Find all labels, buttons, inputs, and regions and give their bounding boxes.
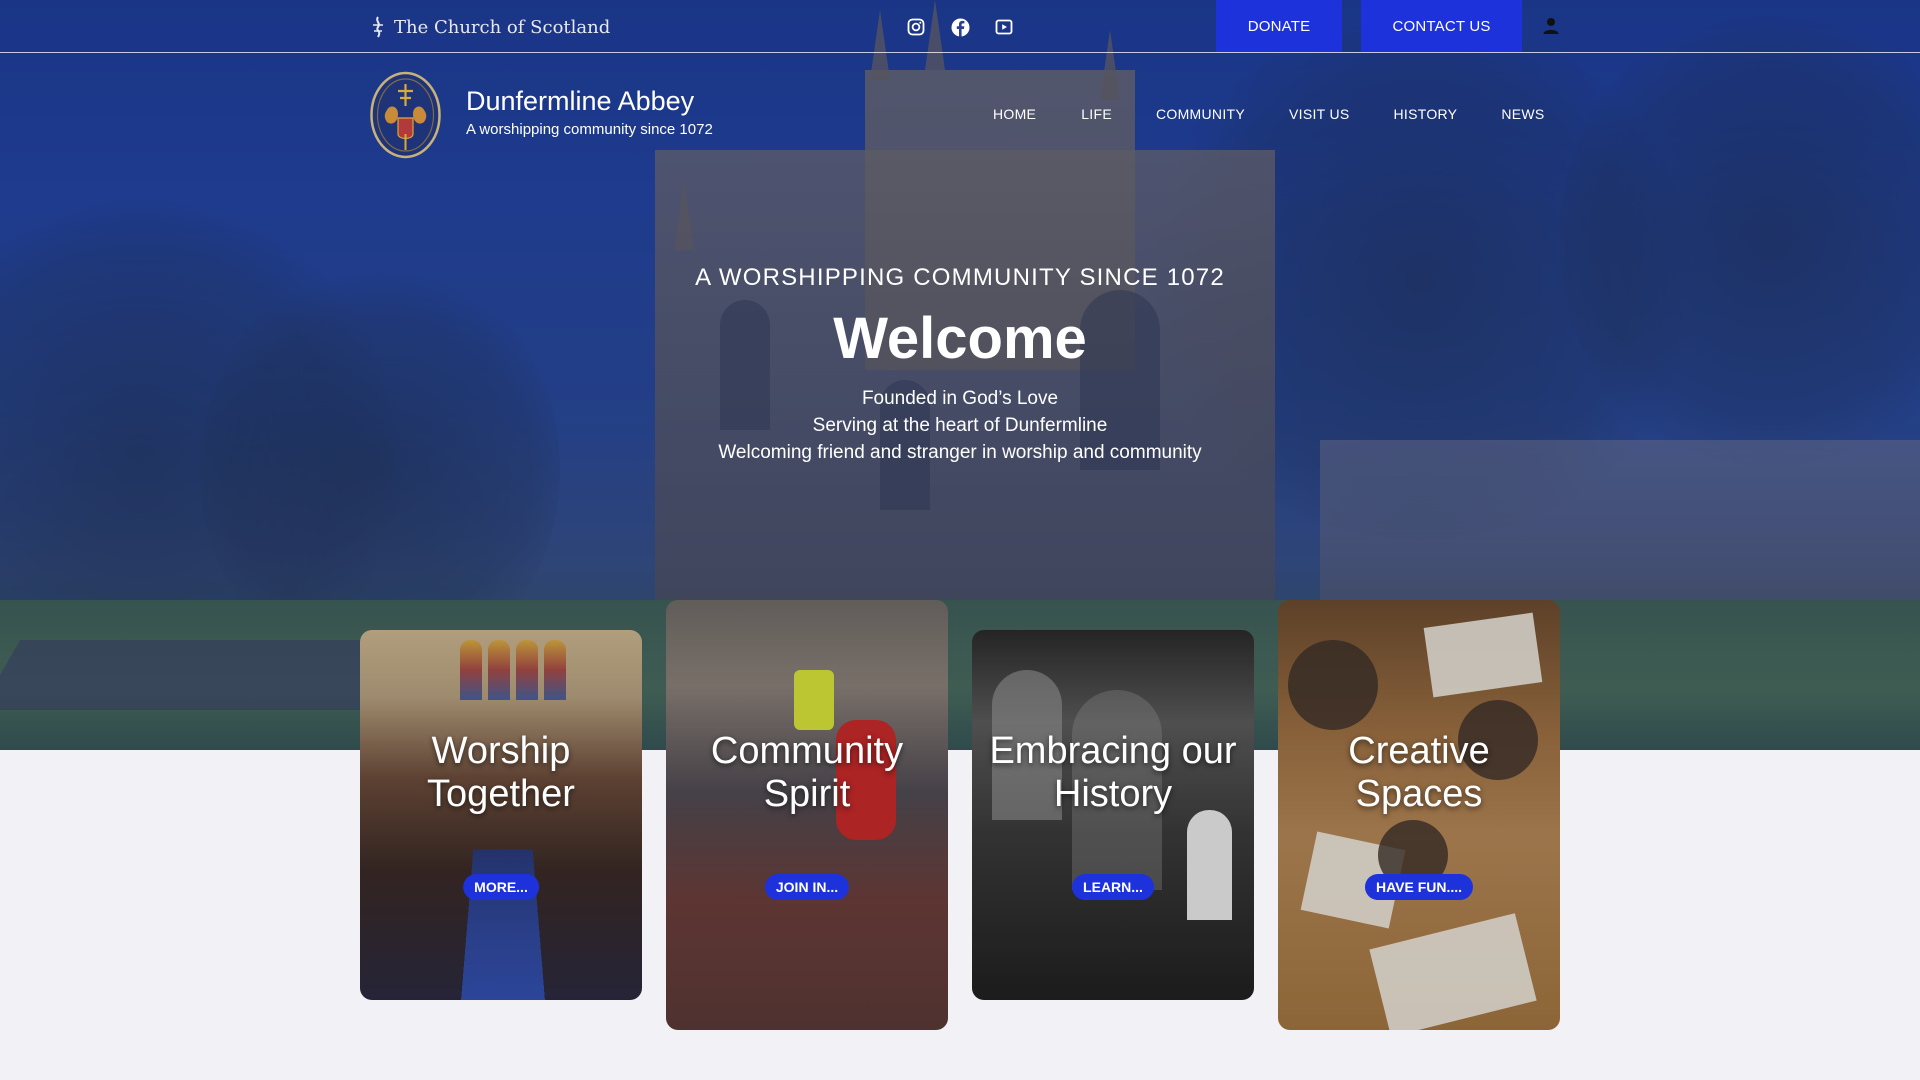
hero-line: Founded in God’s Love: [861, 388, 1059, 409]
card-title: Worship Together: [360, 730, 642, 816]
brand-label: The Church of Scotland: [394, 16, 611, 38]
top-bar: The Church of Scotland DONATE CONTACT US: [0, 0, 1920, 53]
hero-line: Welcoming friend and stranger in worship…: [718, 442, 1202, 463]
hero-line: Serving at the heart of Dunfermline: [812, 415, 1108, 436]
hero-lines: Founded in God’s Love Serving at the hea…: [0, 385, 1920, 466]
nav-history[interactable]: HISTORY: [1394, 106, 1458, 122]
card-embracing-our-history[interactable]: Embracing our History LEARN...: [972, 630, 1254, 1000]
abbey-crest-logo[interactable]: [368, 70, 443, 160]
nav-life[interactable]: LIFE: [1081, 106, 1112, 122]
instagram-icon[interactable]: [905, 16, 927, 38]
nav-news[interactable]: NEWS: [1501, 106, 1544, 122]
card-title-line: Spaces: [1355, 773, 1483, 815]
card-worship-together[interactable]: Worship Together MORE...: [360, 630, 642, 1000]
contact-us-button[interactable]: CONTACT US: [1361, 0, 1522, 52]
card-community-spirit[interactable]: Community Spirit JOIN IN...: [666, 600, 948, 1030]
card-title-line: Spirit: [763, 773, 851, 815]
hero-title: Welcome: [833, 306, 1087, 371]
user-icon[interactable]: [1540, 15, 1562, 37]
card-creative-spaces[interactable]: Creative Spaces HAVE FUN....: [1278, 600, 1560, 1030]
hero-eyebrow: A WORSHIPPING COMMUNITY SINCE 1072: [695, 264, 1225, 291]
site-tagline: A worshipping community since 1072: [466, 121, 713, 138]
hero-overlay: [0, 0, 1920, 750]
facebook-icon[interactable]: [949, 16, 971, 38]
burning-bush-icon: [370, 16, 386, 38]
main-nav: HOME LIFE COMMUNITY VISIT US HISTORY NEW…: [993, 106, 1545, 122]
church-of-scotland-link[interactable]: The Church of Scotland: [370, 14, 610, 40]
card-title-line: Worship: [431, 730, 571, 772]
card-title-line: History: [1053, 773, 1173, 815]
nav-community[interactable]: COMMUNITY: [1156, 106, 1245, 122]
card-title: Community Spirit: [666, 730, 948, 816]
card-title-line: Together: [427, 773, 575, 815]
social-links: [905, 16, 1015, 38]
card-title: Creative Spaces: [1278, 730, 1560, 816]
nav-visit-us[interactable]: VISIT US: [1289, 106, 1350, 122]
learn-button[interactable]: LEARN...: [1072, 874, 1154, 900]
donate-button[interactable]: DONATE: [1216, 0, 1342, 52]
card-title-line: Creative: [1348, 730, 1490, 772]
youtube-icon[interactable]: [993, 16, 1015, 38]
nav-home[interactable]: HOME: [993, 106, 1036, 122]
card-title-line: Embracing our: [989, 730, 1237, 772]
join-in-button[interactable]: JOIN IN...: [764, 874, 850, 900]
more-button[interactable]: MORE...: [463, 874, 539, 900]
have-fun-button[interactable]: HAVE FUN....: [1364, 874, 1474, 900]
site-title[interactable]: Dunfermline Abbey: [466, 86, 694, 117]
card-title-line: Community: [710, 730, 904, 772]
hero-banner: [0, 0, 1920, 750]
card-title: Embracing our History: [972, 730, 1254, 816]
